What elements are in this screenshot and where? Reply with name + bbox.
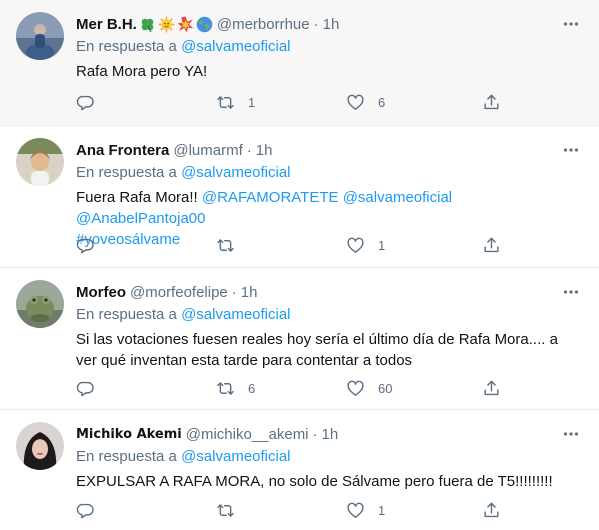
- reply-prefix: En respuesta a: [76, 448, 177, 465]
- share-icon: [482, 236, 501, 255]
- avatar[interactable]: [16, 422, 64, 470]
- retweet-count: 1: [248, 94, 256, 110]
- reply-prefix: En respuesta a: [76, 38, 177, 55]
- tweet-actions: 1: [76, 499, 506, 521]
- sun-face-icon: [158, 16, 175, 33]
- like-button[interactable]: 6: [346, 91, 385, 113]
- tweet-header: Morfeo @morfeofelipe · 1h: [76, 282, 257, 302]
- more-options-icon[interactable]: [557, 12, 585, 36]
- retweet-count: 6: [248, 380, 256, 396]
- author-name[interactable]: Morfeo: [76, 284, 126, 301]
- reply-icon: [76, 379, 95, 398]
- reply-mention-link[interactable]: @salvameoficial: [181, 38, 290, 55]
- tweet[interactable]: Mer B.H. @merborrhue · 1h En respuesta a…: [0, 0, 599, 126]
- heart-icon: [346, 379, 365, 398]
- mention-link[interactable]: @AnabelPantoja00: [76, 210, 206, 227]
- avatar[interactable]: [16, 12, 64, 60]
- share-button[interactable]: [482, 91, 501, 113]
- retweet-icon: [216, 93, 235, 112]
- author-name[interactable]: Mer B.H.: [76, 16, 137, 33]
- four-leaf-clover-icon: [139, 16, 156, 33]
- tweet-text-plain: Fuera Rafa Mora!!: [76, 189, 202, 206]
- retweet-icon: [216, 379, 235, 398]
- avatar[interactable]: [16, 138, 64, 186]
- retweet-button[interactable]: [216, 234, 235, 256]
- like-button[interactable]: 1: [346, 234, 385, 256]
- more-options-icon[interactable]: [557, 138, 585, 162]
- like-button[interactable]: 60: [346, 377, 392, 399]
- more-options-icon[interactable]: [557, 280, 585, 304]
- separator-dot: ·: [312, 425, 318, 443]
- tweet-time[interactable]: 1h: [241, 284, 258, 301]
- reply-icon: [76, 93, 95, 112]
- reply-button[interactable]: [76, 499, 95, 521]
- separator-dot: ·: [313, 15, 319, 33]
- tweet-text: EXPULSAR A RAFA MORA, no solo de Sálvame…: [76, 473, 553, 490]
- author-handle[interactable]: @merborrhue: [217, 16, 310, 33]
- reply-prefix: En respuesta a: [76, 306, 177, 323]
- tweet-time[interactable]: 1h: [322, 426, 339, 443]
- mention-link[interactable]: @RAFAMORATETE: [202, 189, 339, 206]
- retweet-button[interactable]: 6: [216, 377, 255, 399]
- retweet-button[interactable]: 1: [216, 91, 255, 113]
- heart-icon: [346, 236, 365, 255]
- like-count: 6: [378, 94, 386, 110]
- tweet-actions: 6 60: [76, 377, 506, 399]
- author-handle[interactable]: @michiko__akemi: [186, 426, 309, 443]
- like-count: 1: [378, 502, 386, 518]
- separator-dot: ·: [231, 283, 237, 301]
- retweet-icon: [216, 236, 235, 255]
- heart-icon: [346, 501, 365, 520]
- reply-context: En respuesta a @salvameoficial: [76, 38, 291, 55]
- tweet[interactable]: Ana Frontera @lumarmf · 1h En respuesta …: [0, 126, 599, 268]
- reply-context: En respuesta a @salvameoficial: [76, 164, 291, 181]
- reply-mention-link[interactable]: @salvameoficial: [181, 306, 290, 323]
- share-button[interactable]: [482, 234, 501, 256]
- tweet-time[interactable]: 1h: [256, 142, 273, 159]
- share-icon: [482, 93, 501, 112]
- tweet-time[interactable]: 1h: [323, 16, 340, 33]
- tweet-actions: 1 6: [76, 91, 506, 113]
- author-name[interactable]: Ana Frontera: [76, 142, 169, 159]
- tweet-text: Si las votaciones fuesen reales hoy serí…: [76, 331, 558, 369]
- tweet-actions: 1: [76, 234, 506, 256]
- author-name[interactable]: Michiko Akemi: [76, 427, 182, 442]
- more-options-icon[interactable]: [557, 422, 585, 446]
- share-icon: [482, 379, 501, 398]
- reply-button[interactable]: [76, 377, 95, 399]
- separator-dot: ·: [246, 141, 252, 159]
- like-count: 60: [378, 380, 393, 396]
- reply-context: En respuesta a @salvameoficial: [76, 306, 291, 323]
- reply-button[interactable]: [76, 91, 95, 113]
- like-button[interactable]: 1: [346, 499, 385, 521]
- tweet-header: Ana Frontera @lumarmf · 1h: [76, 140, 272, 160]
- retweet-icon: [216, 501, 235, 520]
- reply-mention-link[interactable]: @salvameoficial: [181, 164, 290, 181]
- heart-icon: [346, 93, 365, 112]
- reply-context: En respuesta a @salvameoficial: [76, 448, 291, 465]
- globe-icon: [196, 16, 213, 33]
- tweet[interactable]: Morfeo @morfeofelipe · 1h En respuesta a…: [0, 268, 599, 410]
- tweet[interactable]: Michiko Akemi @michiko__akemi · 1h En re…: [0, 410, 599, 530]
- like-count: 1: [378, 237, 386, 253]
- share-icon: [482, 501, 501, 520]
- reply-icon: [76, 236, 95, 255]
- retweet-button[interactable]: [216, 499, 235, 521]
- reply-button[interactable]: [76, 234, 95, 256]
- reply-mention-link[interactable]: @salvameoficial: [181, 448, 290, 465]
- share-button[interactable]: [482, 499, 501, 521]
- reply-icon: [76, 501, 95, 520]
- tweet-text: Rafa Mora pero YA!: [76, 63, 208, 80]
- author-handle[interactable]: @lumarmf: [173, 142, 242, 159]
- author-handle[interactable]: @morfeofelipe: [130, 284, 228, 301]
- collision-icon: [177, 16, 194, 33]
- tweet-header: Michiko Akemi @michiko__akemi · 1h: [76, 424, 338, 444]
- share-button[interactable]: [482, 377, 501, 399]
- avatar[interactable]: [16, 280, 64, 328]
- reply-prefix: En respuesta a: [76, 164, 177, 181]
- tweet-header: Mer B.H. @merborrhue · 1h: [76, 14, 339, 34]
- mention-link[interactable]: @salvameoficial: [343, 189, 452, 206]
